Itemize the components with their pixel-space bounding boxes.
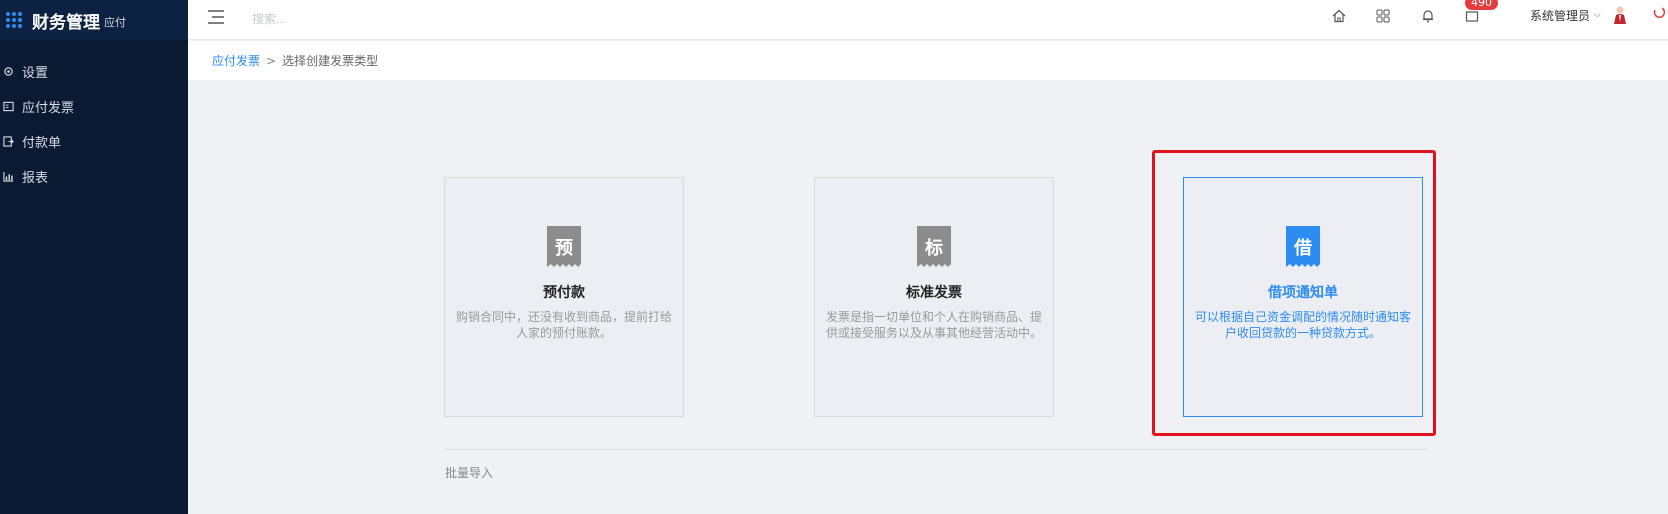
breadcrumb-separator: > bbox=[266, 53, 277, 68]
sidebar-item-label: 付款单 bbox=[22, 136, 62, 151]
card-icon-char: 借 bbox=[1294, 238, 1312, 259]
card-title: 预付款 bbox=[543, 285, 585, 301]
home-icon[interactable] bbox=[1330, 7, 1348, 25]
card-description: 购销合同中，还没有收到商品，提前打给人家的预付账款。 bbox=[455, 310, 672, 340]
apps-grid-icon[interactable] bbox=[1374, 7, 1392, 25]
breadcrumb: 应付发票 > 选择创建发票类型 bbox=[188, 41, 1668, 80]
sidebar-item-label: 设置 bbox=[22, 66, 49, 81]
search-input[interactable] bbox=[252, 9, 472, 29]
menu-toggle-icon[interactable] bbox=[206, 7, 226, 27]
topbar bbox=[188, 0, 1668, 40]
debit-memo-tag-icon: 借 bbox=[1286, 226, 1320, 268]
avatar[interactable] bbox=[1612, 5, 1628, 25]
card-description: 发票是指一切单位和个人在购销商品、提供或接受服务以及从事其他经营活动中。 bbox=[825, 310, 1042, 340]
sidebar-nav: 设置 应付发票 付款单 报表 bbox=[0, 54, 188, 194]
chevron-down-icon: ⌵ bbox=[1594, 10, 1601, 20]
sidebar-item-label: 报表 bbox=[22, 171, 49, 186]
refresh-icon[interactable] bbox=[1652, 5, 1666, 19]
sidebar-item-payment[interactable]: 付款单 bbox=[0, 124, 188, 159]
card-icon-char: 标 bbox=[925, 238, 943, 259]
prepayment-tag-icon: 预 bbox=[547, 226, 581, 268]
card-standard-invoice[interactable]: 标 标准发票 发票是指一切单位和个人在购销商品、提供或接受服务以及从事其他经营活… bbox=[814, 177, 1054, 417]
brand: 财务管理 应付 bbox=[0, 0, 188, 40]
payment-icon bbox=[2, 136, 14, 148]
user-name: 系统管理员 bbox=[1530, 8, 1591, 23]
brand-subtitle: 应付 bbox=[104, 16, 126, 29]
sidebar-item-label: 应付发票 bbox=[22, 101, 75, 116]
card-title: 借项通知单 bbox=[1268, 285, 1338, 301]
batch-import-link[interactable]: 批量导入 bbox=[445, 464, 493, 481]
sidebar-item-payable-invoice[interactable]: 应付发票 bbox=[0, 89, 188, 124]
gear-icon bbox=[2, 66, 14, 78]
breadcrumb-current: 选择创建发票类型 bbox=[282, 54, 379, 68]
chart-icon bbox=[2, 171, 14, 183]
user-menu[interactable]: 系统管理员 ⌵ bbox=[1530, 0, 1601, 30]
sidebar-item-report[interactable]: 报表 bbox=[0, 159, 188, 194]
card-icon-char: 预 bbox=[555, 238, 573, 259]
card-title: 标准发票 bbox=[906, 285, 962, 301]
card-debit-memo[interactable]: 借 借项通知单 可以根据自己资金调配的情况随时通知客户收回贷款的一种贷款方式。 bbox=[1183, 177, 1423, 417]
notification-badge: 490 bbox=[1465, 0, 1498, 10]
invoice-icon bbox=[2, 101, 14, 113]
card-prepayment[interactable]: 预 预付款 购销合同中，还没有收到商品，提前打给人家的预付账款。 bbox=[444, 177, 684, 417]
app-grid-icon[interactable] bbox=[6, 12, 22, 28]
standard-invoice-tag-icon: 标 bbox=[917, 226, 951, 268]
sidebar: 财务管理 应付 设置 应付发票 付款单 报表 bbox=[0, 0, 188, 514]
card-description: 可以根据自己资金调配的情况随时通知客户收回贷款的一种贷款方式。 bbox=[1194, 310, 1411, 340]
brand-title: 财务管理 bbox=[32, 12, 100, 33]
divider bbox=[444, 449, 1428, 450]
breadcrumb-link-payable-invoice[interactable]: 应付发票 bbox=[212, 52, 260, 69]
bell-icon[interactable] bbox=[1419, 7, 1437, 25]
sidebar-item-settings[interactable]: 设置 bbox=[0, 54, 188, 89]
